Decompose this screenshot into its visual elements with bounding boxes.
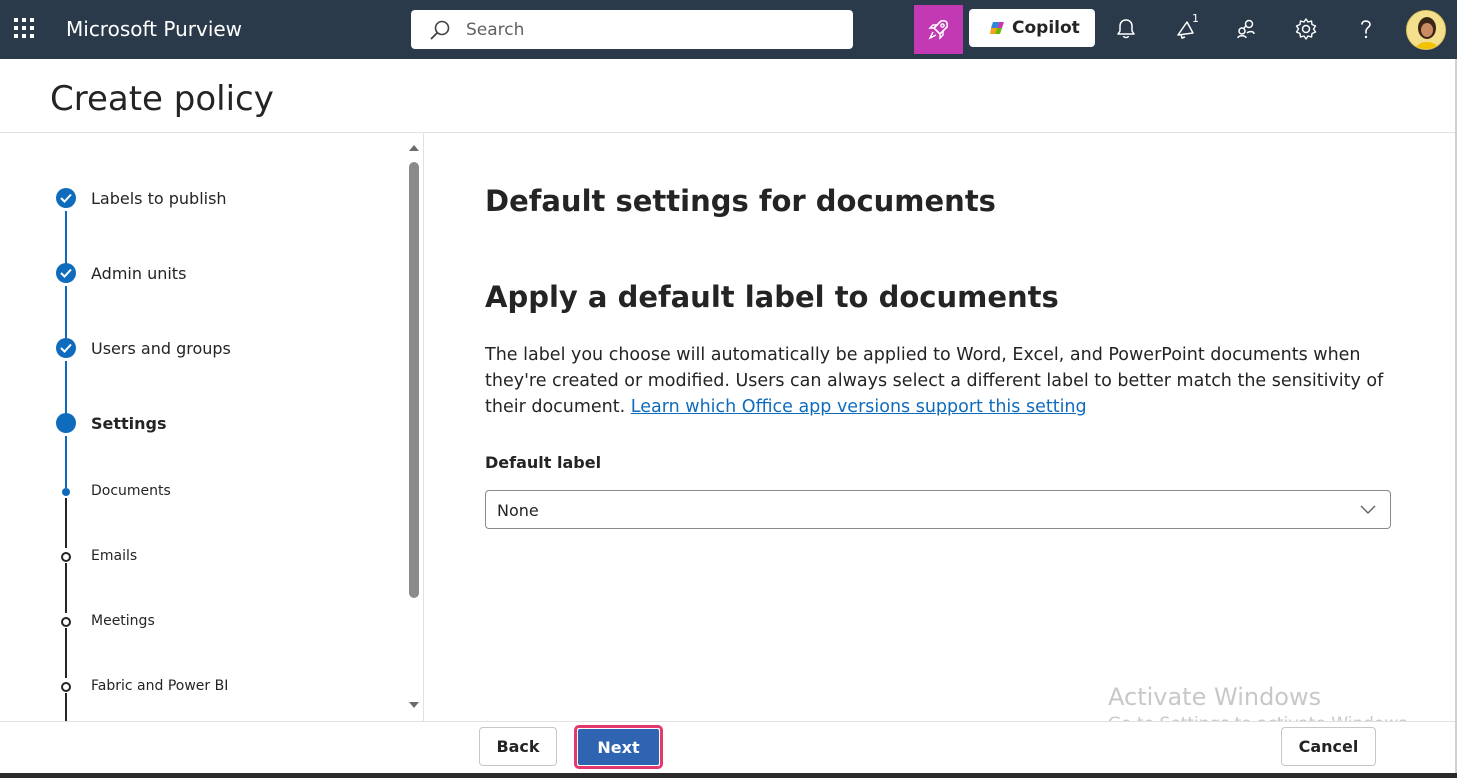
step-labels-to-publish[interactable]: Labels to publish <box>91 189 227 208</box>
default-label-dropdown[interactable]: None <box>485 490 1391 529</box>
substep-documents[interactable]: Documents <box>91 483 171 499</box>
step-connector <box>65 286 67 341</box>
default-label-field-label: Default label <box>485 453 602 472</box>
taskbar-edge <box>0 773 1457 778</box>
description-text: The label you choose will automatically … <box>485 342 1385 420</box>
checkmark-icon <box>56 263 76 283</box>
learn-more-link[interactable]: Learn which Office app versions support … <box>631 397 1087 417</box>
substep-fabric-and-power-bi[interactable]: Fabric and Power BI <box>91 678 228 694</box>
current-step-indicator <box>56 413 76 433</box>
step-connector <box>65 436 67 488</box>
wizard-footer <box>0 721 1457 778</box>
scrollbar-thumb[interactable] <box>409 162 419 598</box>
settings-gear-icon[interactable] <box>1293 16 1319 42</box>
step-settings[interactable]: Settings <box>91 414 167 433</box>
step-connector <box>65 693 67 721</box>
step-connector <box>65 563 67 613</box>
back-button[interactable]: Back <box>479 727 557 766</box>
wizard-steps-panel: Labels to publish Admin units Users and … <box>0 133 424 721</box>
bell-icon[interactable] <box>1113 16 1139 42</box>
copilot-button[interactable]: Copilot <box>969 9 1095 47</box>
top-bar: Microsoft Purview Copilot 1 <box>0 0 1457 59</box>
user-avatar-image <box>1407 11 1445 49</box>
app-launcher-icon[interactable] <box>14 18 36 40</box>
user-avatar[interactable] <box>1406 10 1446 50</box>
current-substep-dot <box>62 488 70 496</box>
page-title: Create policy <box>50 79 274 119</box>
step-connector <box>65 361 67 416</box>
dropdown-selected-value: None <box>497 501 539 520</box>
subsection-heading: Apply a default label to documents <box>485 280 1059 314</box>
copilot-label: Copilot <box>1012 18 1080 38</box>
activation-watermark-title: Activate Windows <box>1108 683 1322 711</box>
cancel-button[interactable]: Cancel <box>1281 727 1376 766</box>
step-connector <box>65 211 67 266</box>
rocket-button[interactable] <box>914 5 963 54</box>
checkmark-icon <box>56 188 76 208</box>
page-header: Create policy <box>0 59 1457 133</box>
section-heading: Default settings for documents <box>485 184 996 218</box>
step-connector <box>65 628 67 678</box>
step-users-and-groups[interactable]: Users and groups <box>91 339 231 358</box>
checkmark-icon <box>56 338 76 358</box>
step-connector <box>65 498 67 548</box>
app-name[interactable]: Microsoft Purview <box>66 17 242 41</box>
step-admin-units[interactable]: Admin units <box>91 264 186 283</box>
notification-badge: 1 <box>1192 12 1199 25</box>
help-icon[interactable] <box>1353 16 1379 42</box>
scroll-down-arrow[interactable] <box>409 702 419 708</box>
search-box[interactable] <box>411 10 853 49</box>
search-input[interactable] <box>466 18 836 42</box>
pending-substep-dot <box>61 552 71 562</box>
rocket-icon <box>928 19 949 40</box>
pending-substep-dot <box>61 617 71 627</box>
copilot-icon <box>990 22 1004 34</box>
people-network-icon[interactable] <box>1233 16 1259 42</box>
scroll-up-arrow[interactable] <box>409 145 419 151</box>
substep-meetings[interactable]: Meetings <box>91 613 155 629</box>
next-button[interactable]: Next <box>578 729 659 765</box>
substep-emails[interactable]: Emails <box>91 548 137 564</box>
pending-substep-dot <box>61 682 71 692</box>
search-icon <box>430 20 450 40</box>
chevron-down-icon <box>1360 505 1376 514</box>
